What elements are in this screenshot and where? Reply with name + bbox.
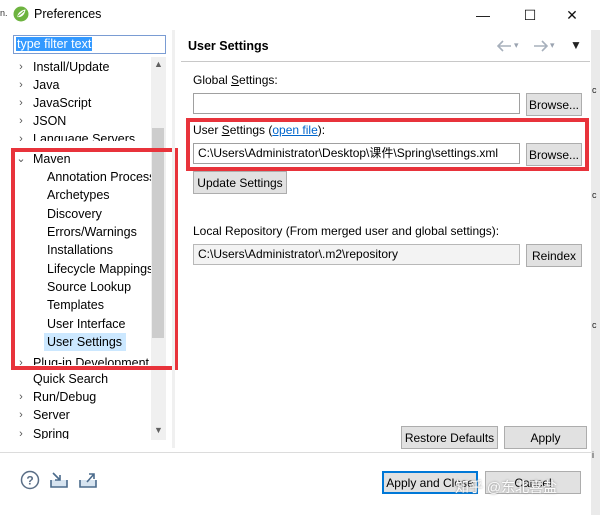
scroll-up-arrow-icon[interactable]: ▲ [151, 59, 166, 69]
update-settings-button[interactable]: Update Settings [193, 171, 287, 194]
tree-item-language-servers[interactable]: › Language Servers [13, 130, 151, 141]
user-settings-highlight-box [186, 118, 589, 171]
tree-item-spring[interactable]: › Spring [13, 425, 151, 439]
expand-chevron-icon[interactable]: › [16, 112, 26, 130]
window-title: Preferences [34, 7, 102, 21]
spring-app-icon [13, 6, 29, 22]
edge-fragment: c [592, 190, 597, 200]
tree-item-install-update[interactable]: › Install/Update [13, 58, 151, 76]
header-separator [181, 61, 590, 62]
export-icon[interactable] [78, 470, 98, 490]
edge-fragment: i [592, 450, 594, 460]
local-repository-field[interactable]: C:\Users\Administrator\.m2\repository [193, 244, 520, 265]
expand-chevron-icon[interactable]: › [16, 94, 26, 112]
tree-item-label: JavaScript [33, 96, 92, 110]
tree-item-label: Server [33, 408, 70, 422]
svg-text:?: ? [26, 474, 33, 488]
import-icon[interactable] [49, 470, 69, 490]
panel-sash[interactable] [172, 30, 175, 448]
tree-item-label: Quick Search [33, 372, 109, 386]
filter-input[interactable]: type filter text [13, 35, 166, 54]
tree-item-label: Java [33, 78, 60, 92]
expand-chevron-icon[interactable]: › [16, 58, 26, 76]
restore-defaults-button[interactable]: Restore Defaults [401, 426, 498, 449]
maven-highlight-box [11, 148, 178, 370]
page-title: User Settings [188, 39, 269, 53]
tree-item-label: Spring [33, 427, 70, 439]
reindex-button[interactable]: Reindex [526, 244, 582, 267]
tree-item-quick-search[interactable]: Quick Search [33, 370, 108, 388]
tree-item-java[interactable]: › Java [13, 76, 151, 94]
tree-item-json[interactable]: › JSON [13, 112, 151, 130]
scroll-down-arrow-icon[interactable]: ▼ [151, 425, 166, 435]
edge-fragment: c [592, 320, 597, 330]
maximize-button[interactable]: ☐ [507, 0, 553, 30]
help-icon[interactable]: ? [20, 470, 40, 490]
close-button[interactable]: ✕ [549, 0, 595, 30]
watermark-text: 知乎 @东北喜盐 [455, 479, 558, 495]
background-window-strip: c c c i [591, 30, 600, 515]
edge-fragment: c [592, 85, 597, 95]
back-arrow-icon[interactable] [497, 40, 512, 52]
view-menu-icon[interactable]: ▼ [570, 38, 582, 52]
forward-dropdown-icon[interactable]: ▾ [550, 40, 555, 51]
tree-item-run-debug[interactable]: › Run/Debug [13, 388, 151, 406]
expand-chevron-icon[interactable]: › [16, 388, 26, 406]
global-browse-button[interactable]: Browse... [526, 93, 582, 116]
expand-chevron-icon[interactable]: › [16, 130, 26, 141]
background-window-text: n. [0, 8, 8, 18]
footer-divider [0, 452, 591, 453]
filter-input-text: type filter text [16, 37, 93, 51]
global-settings-field[interactable] [193, 93, 520, 114]
tree-item-label: JSON [33, 114, 67, 128]
expand-chevron-icon[interactable]: › [16, 425, 26, 439]
forward-arrow-icon[interactable] [533, 40, 548, 52]
minimize-button[interactable]: — [460, 0, 506, 30]
tree-item-label: Language Servers [33, 132, 136, 141]
tree-item-label: Run/Debug [33, 390, 97, 404]
tree-item-server[interactable]: › Server [13, 406, 151, 424]
tree-item-javascript[interactable]: › JavaScript [13, 94, 151, 112]
expand-chevron-icon[interactable]: › [16, 76, 26, 94]
tree-item-label: Install/Update [33, 60, 110, 74]
expand-chevron-icon[interactable]: › [16, 406, 26, 424]
back-dropdown-icon[interactable]: ▾ [514, 40, 519, 51]
local-repository-label: Local Repository (From merged user and g… [193, 224, 500, 238]
apply-button[interactable]: Apply [504, 426, 587, 449]
global-settings-label: Global Settings: [193, 73, 278, 87]
